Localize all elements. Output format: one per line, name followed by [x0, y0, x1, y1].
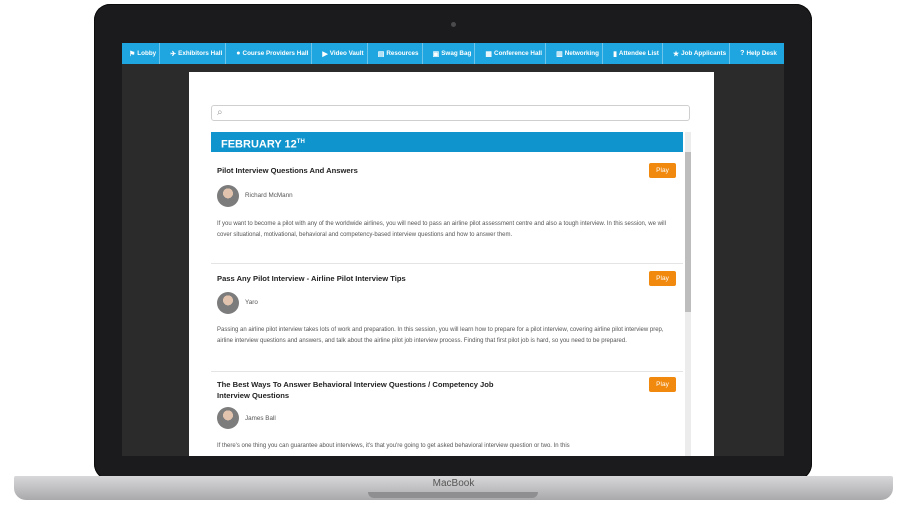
- date-label: FEBRUARY 12: [221, 138, 297, 151]
- nav-item-course-providers-hall[interactable]: ● Course Providers Hall: [233, 43, 313, 64]
- nav-item-job-applicants[interactable]: ★ Job Applicants: [670, 43, 731, 64]
- nav-label: Swag Bag: [441, 50, 472, 57]
- session-description: If there's one thing you can guarantee a…: [217, 443, 570, 449]
- session-title: The Best Ways To Answer Behavioral Inter…: [217, 380, 494, 400]
- nav-item-exhibitors-hall[interactable]: ✈ Exhibitors Hall: [167, 43, 227, 64]
- video-icon: ▶: [322, 50, 328, 58]
- plane-icon: ✈: [170, 50, 177, 58]
- nav-label: Help Desk: [746, 50, 777, 57]
- book-icon: ▤: [377, 50, 385, 58]
- nav-label: Networking: [564, 50, 599, 57]
- session-list-panel: ⌕ FEBRUARY 12TH Pilot Interview Question…: [189, 72, 714, 456]
- nav-label: Lobby: [137, 50, 157, 57]
- session-description: Passing an airline pilot interview takes…: [217, 327, 664, 344]
- vertical-scrollbar[interactable]: [685, 132, 691, 456]
- nav-label: Exhibitors Hall: [178, 50, 223, 57]
- nav-item-resources[interactable]: ▤ Resources: [375, 43, 423, 64]
- nav-label: Attendee List: [618, 50, 659, 57]
- camera-icon: [451, 22, 456, 27]
- nav-label: Course Providers Hall: [242, 50, 309, 57]
- nav-item-lobby[interactable]: ⚑ Lobby: [126, 43, 161, 64]
- bag-icon: ▣: [432, 50, 440, 58]
- session-description: If you want to become a pilot with any o…: [217, 221, 666, 238]
- session-item: The Best Ways To Answer Behavioral Inter…: [211, 372, 683, 456]
- document-icon: ▥: [556, 50, 563, 58]
- nav-item-attendee-list[interactable]: ▮ Attendee List: [610, 43, 663, 64]
- laptop-notch: [368, 492, 538, 498]
- flag-icon: ⚑: [129, 50, 136, 58]
- search-icon: ⌕: [217, 107, 223, 118]
- nav-label: Conference Hall: [494, 50, 542, 57]
- speaker-name: Richard McMann: [245, 192, 293, 199]
- bookmark-icon: ▮: [613, 50, 617, 58]
- speaker-name: Yaro: [245, 299, 258, 306]
- play-button[interactable]: Play: [649, 271, 676, 286]
- device-brand-label: MacBook: [432, 478, 475, 489]
- nav-item-video-vault[interactable]: ▶ Video Vault: [319, 43, 368, 64]
- user-icon: ●: [236, 50, 241, 57]
- nav-label: Video Vault: [329, 50, 364, 57]
- session-item: Pass Any Pilot Interview - Airline Pilot…: [211, 264, 683, 372]
- nav-item-networking[interactable]: ▥ Networking: [553, 43, 603, 64]
- play-button[interactable]: Play: [649, 377, 676, 392]
- session-title: Pass Any Pilot Interview - Airline Pilot…: [217, 274, 406, 283]
- date-suffix: TH: [296, 139, 305, 145]
- nav-label: Job Applicants: [681, 50, 727, 57]
- nav-item-conference-hall[interactable]: ▦ Conference Hall: [482, 43, 546, 64]
- date-header: FEBRUARY 12TH: [211, 132, 683, 152]
- avatar: [217, 185, 239, 207]
- speaker-name: James Ball: [245, 415, 276, 422]
- scroll-thumb[interactable]: [685, 152, 691, 312]
- nav-item-help-desk[interactable]: ? Help Desk: [737, 43, 780, 64]
- avatar: [217, 407, 239, 429]
- top-navigation: ⚑ Lobby ✈ Exhibitors Hall ● Course Provider…: [122, 43, 784, 64]
- session-item: Pilot Interview Questions And Answers Pl…: [211, 152, 683, 264]
- play-button[interactable]: Play: [649, 163, 676, 178]
- session-title: Pilot Interview Questions And Answers: [217, 166, 358, 175]
- laptop-screen: ⚑ Lobby ✈ Exhibitors Hall ● Course Provider…: [122, 43, 784, 456]
- search-input[interactable]: ⌕: [211, 105, 690, 121]
- nav-item-swag-bag[interactable]: ▣ Swag Bag: [430, 43, 476, 64]
- help-icon: ?: [740, 50, 745, 57]
- star-icon: ★: [672, 50, 680, 58]
- grid-icon: ▦: [485, 50, 493, 58]
- nav-label: Resources: [386, 50, 419, 57]
- avatar: [217, 292, 239, 314]
